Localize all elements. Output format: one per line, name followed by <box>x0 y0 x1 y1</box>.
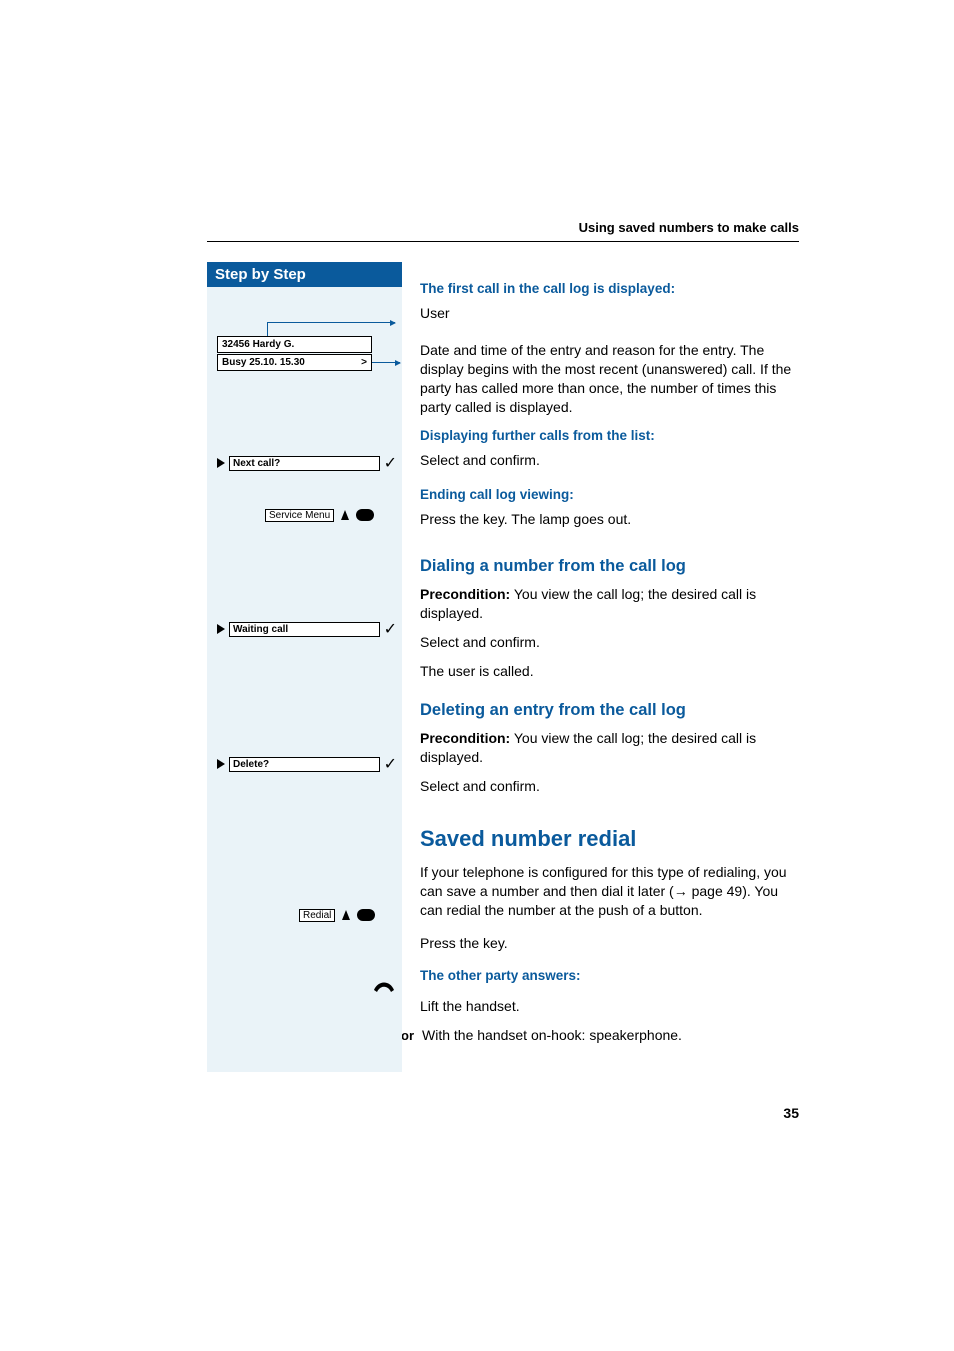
text-date-reason: Date and time of the entry and reason fo… <box>420 341 799 417</box>
step-sidebar: Step by Step 32456 Hardy G. Busy 25.10. … <box>207 262 402 1072</box>
lamp-icon <box>338 508 352 522</box>
key-button-icon <box>356 509 374 521</box>
subheading-first-call: The first call in the call log is displa… <box>420 280 799 298</box>
triangle-right-icon <box>217 759 225 769</box>
or-row: or With the handset on-hook: speakerphon… <box>396 1026 799 1045</box>
text-press-key: Press the key. <box>420 934 799 953</box>
heading-dialing: Dialing a number from the call log <box>420 555 799 577</box>
display-line-2-text: Busy 25.10. 15.30 <box>222 357 305 368</box>
checkmark-icon: ✓ <box>384 754 397 774</box>
option-waiting-call: Waiting call ✓ <box>217 619 397 639</box>
precondition-label: Precondition: <box>420 730 510 746</box>
connector-arrow-icon <box>267 322 395 324</box>
running-header: Using saved numbers to make calls <box>207 220 799 242</box>
key-button-icon <box>357 909 375 921</box>
text-lift-handset: Lift the handset. <box>420 997 799 1016</box>
subheading-further-calls: Displaying further calls from the list: <box>420 427 799 445</box>
step-sidebar-title: Step by Step <box>207 262 402 287</box>
triangle-right-icon <box>217 458 225 468</box>
option-delete: Delete? ✓ <box>217 754 397 774</box>
key-service-menu: Service Menu <box>265 508 374 522</box>
text-press-key-lamp: Press the key. The lamp goes out. <box>420 510 799 529</box>
subheading-other-party: The other party answers: <box>420 967 799 985</box>
text-redial-intro: If your telephone is configured for this… <box>420 863 799 920</box>
connector-line <box>267 322 269 336</box>
display-line-1: 32456 Hardy G. <box>217 336 372 353</box>
arrow-right-icon: → <box>674 883 688 899</box>
option-waiting-call-label: Waiting call <box>229 622 380 637</box>
key-redial-label: Redial <box>299 909 335 922</box>
triangle-right-icon <box>217 624 225 634</box>
option-next-call-label: Next call? <box>229 456 380 471</box>
precondition-label: Precondition: <box>420 586 510 602</box>
lamp-icon <box>339 908 353 922</box>
page-number: 35 <box>783 1105 799 1121</box>
key-service-menu-label: Service Menu <box>265 509 334 522</box>
subheading-ending-viewing: Ending call log viewing: <box>420 486 799 504</box>
text-user: User <box>420 304 799 323</box>
text-speakerphone: With the handset on-hook: speakerphone. <box>422 1026 682 1045</box>
heading-saved-redial: Saved number redial <box>420 824 799 854</box>
main-content: The first call in the call log is displa… <box>420 262 799 1072</box>
display-line-2: Busy 25.10. 15.30 > <box>217 354 372 371</box>
option-delete-label: Delete? <box>229 757 380 772</box>
heading-deleting: Deleting an entry from the call log <box>420 699 799 721</box>
option-next-call: Next call? ✓ <box>217 453 397 473</box>
text-select-confirm-3: Select and confirm. <box>420 777 799 796</box>
connector-arrow-icon <box>372 362 400 364</box>
text-precondition-2: Precondition: You view the call log; the… <box>420 729 799 767</box>
handset-icon <box>372 980 396 994</box>
key-redial: Redial <box>299 908 375 922</box>
text-user-called: The user is called. <box>420 662 799 681</box>
text-precondition-1: Precondition: You view the call log; the… <box>420 585 799 623</box>
text-select-confirm-2: Select and confirm. <box>420 633 799 652</box>
checkmark-icon: ✓ <box>384 453 397 473</box>
display-arrow-icon: > <box>361 357 367 368</box>
checkmark-icon: ✓ <box>384 619 397 639</box>
text-select-confirm-1: Select and confirm. <box>420 451 799 470</box>
